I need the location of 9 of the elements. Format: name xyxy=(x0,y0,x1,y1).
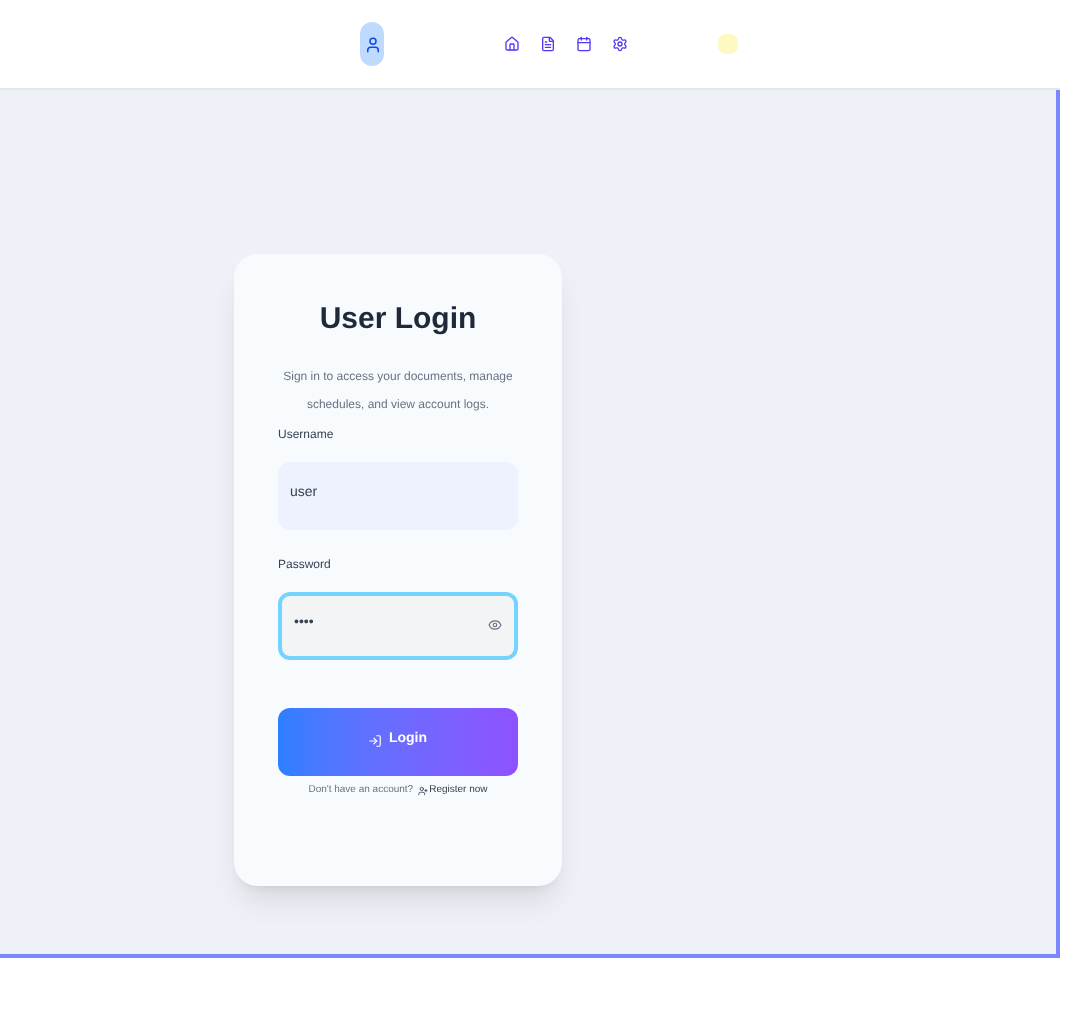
logo-icon xyxy=(360,22,384,66)
calendar-icon[interactable] xyxy=(576,36,592,52)
login-title: User Login xyxy=(317,300,479,340)
settings-icon[interactable] xyxy=(612,36,628,52)
eye-icon[interactable] xyxy=(488,618,502,632)
add-user-icon xyxy=(417,785,428,796)
login-icon xyxy=(368,734,383,748)
document-icon[interactable] xyxy=(540,36,556,52)
home-icon[interactable] xyxy=(504,36,520,52)
